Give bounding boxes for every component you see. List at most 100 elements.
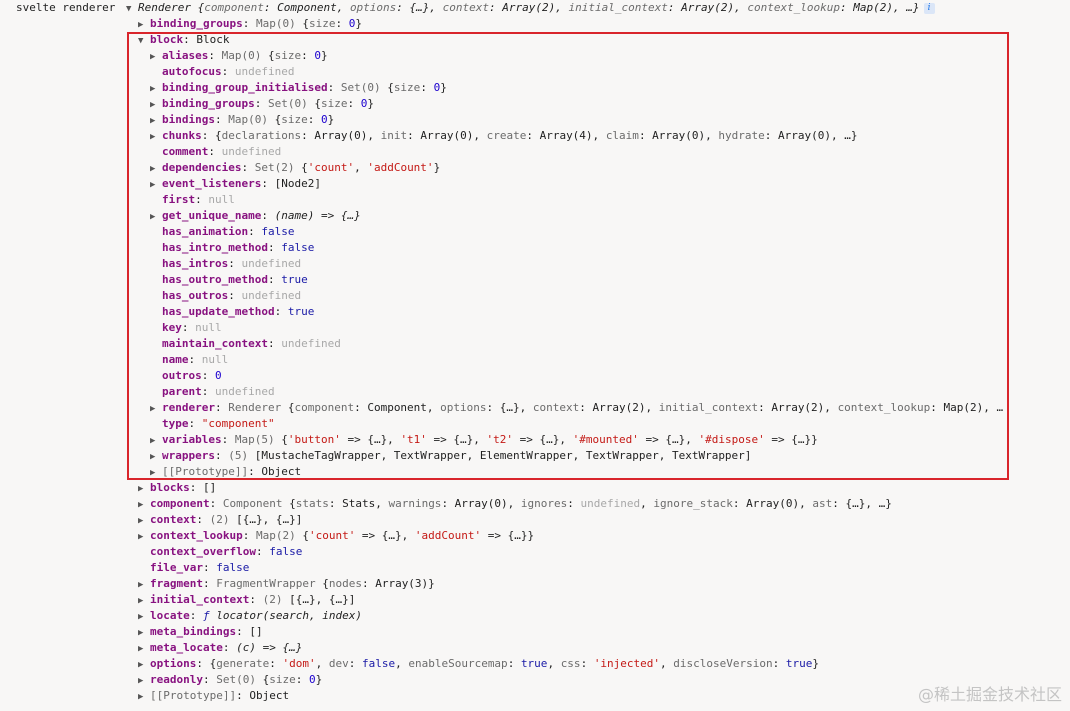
- tree-row[interactable]: ▶ binding_group_initialised: Set(0) {size…: [150, 80, 447, 96]
- tree-row[interactable]: ▶ wrappers: (5) [MustacheTagWrapper, Text…: [150, 448, 751, 464]
- property-value: : Array(0), …}: [764, 129, 858, 142]
- tree-row[interactable]: ▶ fragment: FragmentWrapper {nodes: Array…: [138, 576, 435, 592]
- tree-row[interactable]: ▶ readonly: Set(0) {size: 0}: [138, 672, 322, 688]
- tree-row[interactable]: ▶ chunks: {declarations: Array(0), init: …: [150, 128, 858, 144]
- tree-row: ▶context_overflow: false: [138, 544, 302, 560]
- property-value: 'count': [308, 529, 356, 542]
- tree-row[interactable]: ▶ renderer: Renderer {component: Componen…: [150, 400, 1003, 416]
- tree-row: ▶has_outro_method: true: [150, 272, 308, 288]
- tree-row[interactable]: ▼ block: Block: [138, 32, 229, 48]
- property-value: :: [214, 401, 229, 414]
- collapsed-triangle-icon[interactable]: ▶: [138, 625, 150, 641]
- collapsed-triangle-icon[interactable]: ▶: [138, 609, 150, 625]
- watermark: @稀土掘金技术社区: [917, 685, 1062, 704]
- collapsed-triangle-icon[interactable]: ▶: [138, 17, 150, 33]
- property-value: true: [785, 657, 813, 670]
- property-value: ast: [812, 497, 833, 510]
- property-value: {: [302, 529, 309, 542]
- collapsed-triangle-icon[interactable]: ▶: [138, 641, 150, 657]
- tree-row[interactable]: ▼ Renderer {component: Component, options…: [126, 0, 935, 16]
- collapsed-triangle-icon[interactable]: ▶: [150, 161, 162, 177]
- property-key: [[Prototype]]: [162, 465, 249, 478]
- property-value: size: [274, 49, 302, 62]
- property-value: }: [320, 49, 328, 62]
- collapsed-triangle-icon[interactable]: ▶: [138, 657, 150, 673]
- expanded-triangle-icon[interactable]: ▼: [126, 1, 138, 17]
- tree-row[interactable]: ▶ get_unique_name: (name) => {…}: [150, 208, 361, 224]
- property-value: dev: [328, 657, 349, 670]
- tree-row[interactable]: ▶ context: (2) [{…}, {…}]: [138, 512, 302, 528]
- collapsed-triangle-icon[interactable]: ▶: [150, 177, 162, 193]
- tree-row[interactable]: ▶ variables: Map(5) {'button' => {…}, 't1…: [150, 432, 818, 448]
- collapsed-triangle-icon[interactable]: ▶: [138, 497, 150, 513]
- tree-row[interactable]: ▶ context_lookup: Map(2) {'count' => {…},…: [138, 528, 534, 544]
- tree-row[interactable]: ▶ options: {generate: 'dom', dev: false, …: [138, 656, 819, 672]
- property-key: type: [162, 417, 189, 430]
- property-value: init: [380, 129, 408, 142]
- collapsed-triangle-icon[interactable]: ▶: [150, 49, 162, 65]
- tree-row[interactable]: ▶ blocks: []: [138, 480, 216, 496]
- tree-row[interactable]: ▶ bindings: Map(0) {size: 0}: [150, 112, 334, 128]
- property-key: bindings: [162, 113, 215, 126]
- collapsed-triangle-icon[interactable]: ▶: [138, 577, 150, 593]
- tree-row[interactable]: ▶ [[Prototype]]: Object: [138, 688, 289, 704]
- collapsed-triangle-icon[interactable]: ▶: [150, 465, 162, 481]
- property-value: false: [281, 241, 315, 254]
- tree-row[interactable]: ▶ [[Prototype]]: Object: [150, 464, 301, 480]
- collapsed-triangle-icon[interactable]: ▶: [150, 449, 162, 465]
- collapsed-triangle-icon[interactable]: ▶: [150, 81, 162, 97]
- tree-row[interactable]: ▶ event_listeners: [Node2]: [150, 176, 321, 192]
- collapsed-triangle-icon[interactable]: ▶: [138, 529, 150, 545]
- property-value: 't2': [486, 433, 514, 446]
- property-value: : Array(0),: [638, 129, 719, 142]
- property-value: initial_context: [568, 1, 668, 14]
- tree-row[interactable]: ▶ dependencies: Set(2) {'count', 'addCoun…: [150, 160, 440, 176]
- collapsed-triangle-icon[interactable]: ▶: [150, 129, 162, 145]
- property-value: : Array(0),: [301, 129, 381, 142]
- console-label: svelte renderer: [16, 1, 116, 14]
- property-value: :: [348, 657, 362, 670]
- property-value: :: [301, 49, 315, 62]
- property-key: binding_group_initialised: [162, 81, 328, 94]
- property-value: => {…},: [340, 433, 401, 446]
- property-value: :: [221, 65, 235, 78]
- tree-row[interactable]: ▶ initial_context: (2) [{…}, {…}]: [138, 592, 355, 608]
- property-value: 0: [308, 673, 316, 686]
- property-value: undefined: [281, 337, 341, 350]
- collapsed-triangle-icon[interactable]: ▶: [138, 593, 150, 609]
- expanded-triangle-icon[interactable]: ▼: [138, 33, 150, 49]
- collapsed-triangle-icon[interactable]: ▶: [150, 433, 162, 449]
- property-value: declarations: [221, 129, 302, 142]
- property-key: block: [150, 33, 184, 46]
- property-key: meta_bindings: [150, 625, 237, 638]
- collapsed-triangle-icon[interactable]: ▶: [138, 673, 150, 689]
- collapsed-triangle-icon[interactable]: ▶: [138, 689, 150, 705]
- tree-row[interactable]: ▶ binding_groups: Map(0) {size: 0}: [138, 16, 362, 32]
- collapsed-triangle-icon[interactable]: ▶: [150, 97, 162, 113]
- property-value: : Array(2),: [579, 401, 659, 414]
- tree-row[interactable]: ▶ locate: ƒ locator(search, index): [138, 608, 362, 624]
- tree-row[interactable]: ▶ meta_bindings: []: [138, 624, 263, 640]
- property-value: null: [208, 193, 235, 206]
- property-value: :: [327, 81, 341, 94]
- property-key: has_intro_method: [162, 241, 268, 254]
- tree-row[interactable]: ▶ aliases: Map(0) {size: 0}: [150, 48, 328, 64]
- collapsed-triangle-icon[interactable]: ▶: [138, 481, 150, 497]
- collapsed-triangle-icon[interactable]: ▶: [150, 209, 162, 225]
- property-value: :: [202, 577, 217, 590]
- collapsed-triangle-icon[interactable]: ▶: [138, 513, 150, 529]
- tree-row[interactable]: ▶ binding_groups: Set(0) {size: 0}: [150, 96, 374, 112]
- property-value: => {…},: [426, 433, 487, 446]
- tree-row[interactable]: ▶ component: Component {stats: Stats, war…: [138, 496, 892, 512]
- property-value: :: [242, 529, 256, 542]
- property-value: FragmentWrapper: [216, 577, 323, 590]
- tree-row[interactable]: ▶ meta_locate: (c) => {…}: [138, 640, 302, 656]
- collapsed-triangle-icon[interactable]: ▶: [150, 401, 162, 417]
- property-value: : Map(2), …}: [840, 1, 920, 14]
- info-icon[interactable]: i: [923, 2, 935, 14]
- property-value: {: [314, 97, 321, 110]
- collapsed-triangle-icon[interactable]: ▶: [150, 113, 162, 129]
- property-key: component: [150, 497, 210, 510]
- property-value: : Array(3)}: [361, 577, 435, 590]
- property-value: => {…},: [638, 433, 699, 446]
